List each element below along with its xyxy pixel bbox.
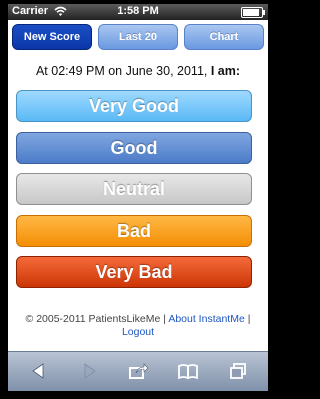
screen: Carrier 1:58 PM New Score Last 20 Chart … — [8, 4, 268, 391]
bad-button[interactable]: Bad — [16, 215, 252, 247]
clock: 1:58 PM — [117, 5, 159, 17]
copyright-text: © 2005-2011 PatientsLikeMe | — [25, 313, 169, 325]
footer: © 2005-2011 PatientsLikeMe | About Insta… — [8, 313, 268, 339]
prompt-emphasis: I am: — [210, 64, 241, 78]
good-button[interactable]: Good — [16, 132, 252, 164]
browser-toolbar — [8, 351, 268, 391]
status-bar: Carrier 1:58 PM — [8, 4, 268, 20]
about-link[interactable]: About InstantMe — [168, 313, 244, 325]
prompt-text: At 02:49 PM on June 30, 2011, — [35, 64, 211, 78]
battery-icon — [241, 7, 265, 18]
tab-bar: New Score Last 20 Chart — [12, 24, 264, 52]
tab-last-20[interactable]: Last 20 — [98, 24, 178, 50]
share-icon[interactable] — [127, 360, 151, 382]
very-good-button[interactable]: Very Good — [16, 90, 252, 122]
bookmarks-icon[interactable] — [176, 360, 200, 382]
logout-link[interactable]: Logout — [122, 326, 154, 338]
tab-chart[interactable]: Chart — [184, 24, 264, 50]
tab-new-score[interactable]: New Score — [12, 24, 92, 50]
footer-separator: | — [244, 313, 251, 325]
pages-icon[interactable] — [226, 360, 250, 382]
very-bad-button[interactable]: Very Bad — [16, 256, 252, 288]
neutral-button[interactable]: Neutral — [16, 173, 252, 205]
forward-icon[interactable] — [78, 360, 102, 382]
device-frame: Carrier 1:58 PM New Score Last 20 Chart … — [0, 0, 276, 399]
back-icon[interactable] — [26, 360, 50, 382]
score-prompt: At 02:49 PM on June 30, 2011, I am: — [8, 64, 268, 78]
